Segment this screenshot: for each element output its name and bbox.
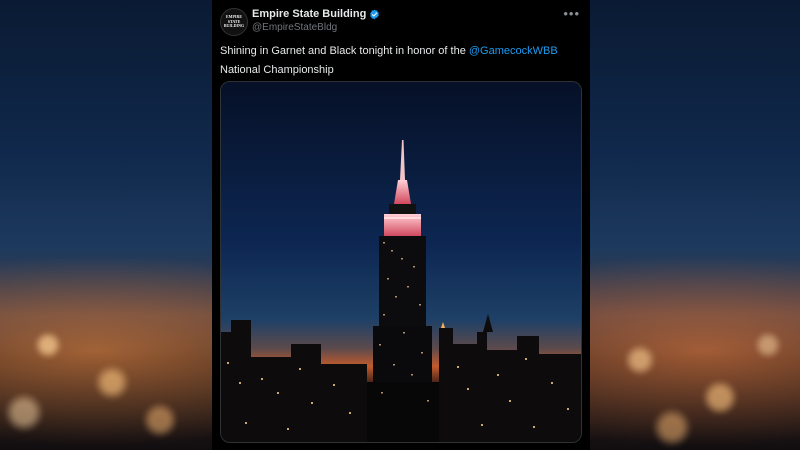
avatar-text: EMPIRE STATE BUILDING [223, 14, 245, 29]
tweet-text-tail: National Championship [220, 64, 334, 76]
tweet-text-body: Shining in Garnet and Black tonight in h… [220, 45, 469, 57]
empire-state-building-photo [221, 82, 581, 442]
author-handle[interactable]: @EmpireStateBldg [252, 22, 337, 33]
more-horizontal-icon[interactable]: ••• [563, 6, 580, 21]
author-row: Empire State Building [252, 8, 380, 20]
avatar[interactable]: EMPIRE STATE BUILDING [220, 8, 248, 36]
verified-badge-icon [370, 9, 380, 19]
tweet-card[interactable]: EMPIRE STATE BUILDING Empire State Build… [212, 0, 590, 450]
tweet-text: Shining in Garnet and Black tonight in h… [220, 42, 580, 80]
mention-link[interactable]: @GamecockWBB [469, 45, 558, 57]
tweet-photo[interactable] [220, 81, 582, 443]
author-name[interactable]: Empire State Building [252, 8, 366, 20]
